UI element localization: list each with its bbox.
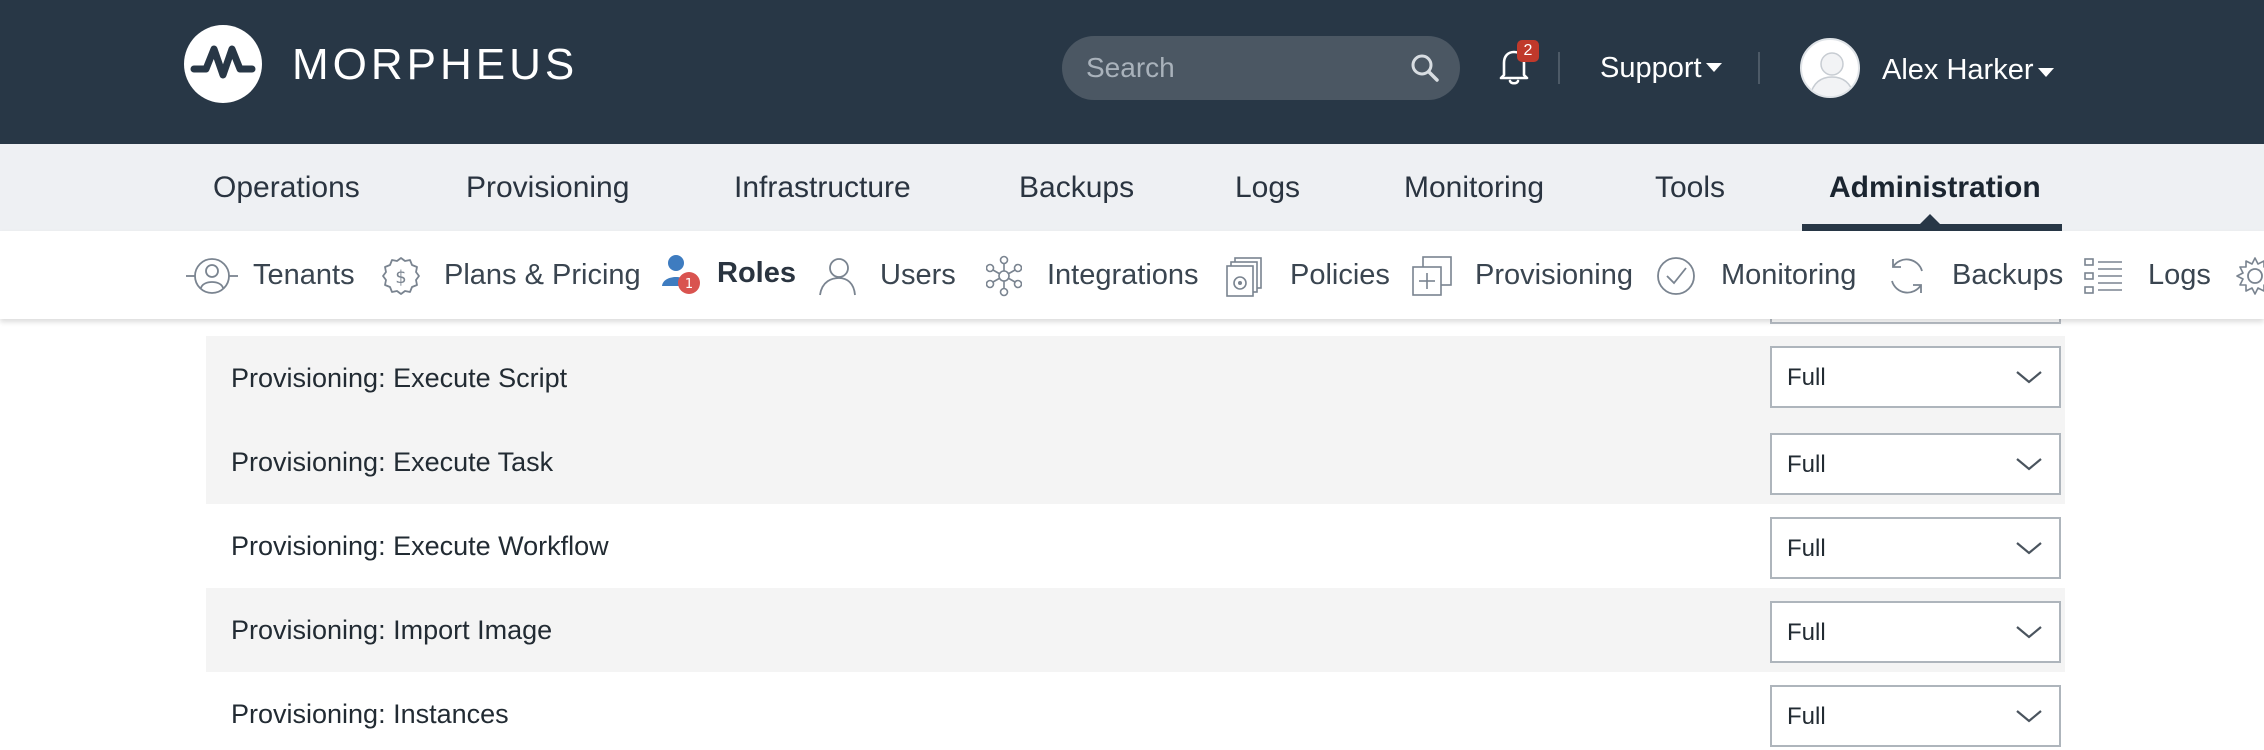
integrations-icon (986, 255, 1022, 297)
sub-nav: Tenants $ Plans & Pricing 1 Roles Users (0, 231, 2264, 319)
roles-icon: 1 (662, 255, 700, 294)
sub-nav-provisioning[interactable]: Provisioning (1411, 231, 1633, 319)
sub-nav-label: Roles (717, 257, 796, 289)
logs-icon (2084, 258, 2122, 294)
support-caret-icon (1705, 62, 1722, 72)
search-icon[interactable] (1410, 53, 1440, 83)
user-avatar-icon (1809, 52, 1855, 96)
sub-nav-settings[interactable] (2234, 231, 2264, 319)
table-row: Provisioning: Execute Workflow Full (206, 504, 2065, 588)
main-nav-monitoring[interactable]: Monitoring (1404, 144, 1544, 231)
main-nav-operations[interactable]: Operations (213, 144, 360, 231)
chevron-down-icon (2016, 371, 2042, 384)
table-row: Provisioning: Import Image Full (206, 588, 2065, 672)
header-divider (1758, 52, 1760, 84)
table-row: Provisioning: Instances Full (206, 672, 2065, 750)
monitoring-icon (1657, 257, 1695, 295)
tenants-icon (186, 258, 238, 294)
user-menu-caret-icon[interactable] (2038, 68, 2054, 77)
main-nav-tools[interactable]: Tools (1655, 144, 1725, 231)
chevron-down-icon (2016, 458, 2042, 471)
search-box (1062, 36, 1460, 100)
sub-nav-logs[interactable]: Logs (2084, 231, 2211, 319)
permission-access-select[interactable]: Full (1770, 433, 2061, 495)
permission-name: Provisioning: Execute Script (231, 363, 568, 393)
brand-name[interactable]: MORPHEUS (292, 40, 578, 90)
sub-nav-label: Integrations (1047, 259, 1199, 291)
sub-nav-tenants[interactable]: Tenants (186, 231, 356, 319)
sub-nav-integrations[interactable]: Integrations (986, 231, 1201, 319)
active-nav-indicator (1802, 224, 2062, 231)
settings-icon (2236, 257, 2264, 295)
permission-name: Provisioning: Instances (231, 699, 509, 729)
backups-icon (1891, 258, 1923, 294)
svg-text:1: 1 (685, 277, 693, 292)
support-label: Support (1600, 52, 1702, 84)
permission-access-value: Full (1787, 451, 1826, 478)
sub-nav-label: Tenants (253, 259, 355, 291)
provisioning-icon (1412, 256, 1452, 296)
sub-nav-monitoring[interactable]: Monitoring (1656, 231, 1861, 319)
active-nav-notch (1919, 214, 1941, 225)
permission-access-value: Full (1787, 364, 1826, 391)
sub-nav-label: Users (880, 259, 956, 291)
table-row: Provisioning: Execute Script Full (206, 336, 2065, 420)
morpheus-logo-icon[interactable] (184, 25, 262, 103)
support-menu[interactable]: Support (1600, 50, 1722, 86)
notification-count-badge: 2 (1517, 40, 1539, 62)
sub-nav-roles[interactable]: 1 Roles (660, 231, 796, 319)
sub-nav-policies[interactable]: Policies (1226, 231, 1390, 319)
search-input[interactable] (1086, 36, 1396, 100)
main-nav-logs[interactable]: Logs (1235, 144, 1300, 231)
sub-nav-label: Plans & Pricing (444, 259, 641, 291)
main-nav-backups[interactable]: Backups (1019, 144, 1134, 231)
users-icon (819, 258, 856, 296)
chevron-down-icon (2016, 626, 2042, 639)
permission-name: Provisioning: Import Image (231, 615, 553, 645)
avatar[interactable] (1800, 38, 1860, 98)
sub-nav-plans-pricing[interactable]: $ Plans & Pricing (380, 231, 641, 319)
policies-icon (1226, 257, 1262, 297)
sub-nav-label: Backups (1952, 259, 2064, 291)
sub-nav-label: Provisioning (1475, 259, 1633, 291)
main-nav-infrastructure[interactable]: Infrastructure (734, 144, 911, 231)
main-nav-provisioning[interactable]: Provisioning (466, 144, 629, 231)
permission-access-value: Full (1787, 619, 1826, 646)
permission-name: Provisioning: Execute Workflow (231, 531, 609, 561)
permission-access-select[interactable]: Full (1770, 517, 2061, 579)
permission-access-select[interactable]: Full (1770, 601, 2061, 663)
sub-nav-label: Monitoring (1721, 259, 1857, 291)
svg-text:$: $ (395, 267, 406, 288)
permission-access-value: Full (1787, 535, 1826, 562)
chevron-down-icon (2016, 542, 2042, 555)
permission-access-value: Full (1787, 703, 1826, 730)
table-row: Provisioning: Execute Task Full (206, 420, 2065, 504)
sub-nav-backups[interactable]: Backups (1886, 231, 2063, 319)
permission-access-select[interactable]: Full (1770, 685, 2061, 747)
sub-nav-label: Logs (2148, 259, 2211, 291)
user-name[interactable]: Alex Harker (1882, 52, 2034, 88)
permission-access-select[interactable]: Full (1770, 346, 2061, 408)
pricing-icon: $ (382, 257, 420, 295)
chevron-down-icon (2016, 710, 2042, 723)
sub-nav-users[interactable]: Users (816, 231, 960, 319)
header-divider (1558, 52, 1560, 84)
permission-name: Provisioning: Execute Task (231, 447, 554, 477)
sub-nav-label: Policies (1290, 259, 1390, 291)
top-header: MORPHEUS 2 Support Alex Harker (0, 0, 2264, 144)
